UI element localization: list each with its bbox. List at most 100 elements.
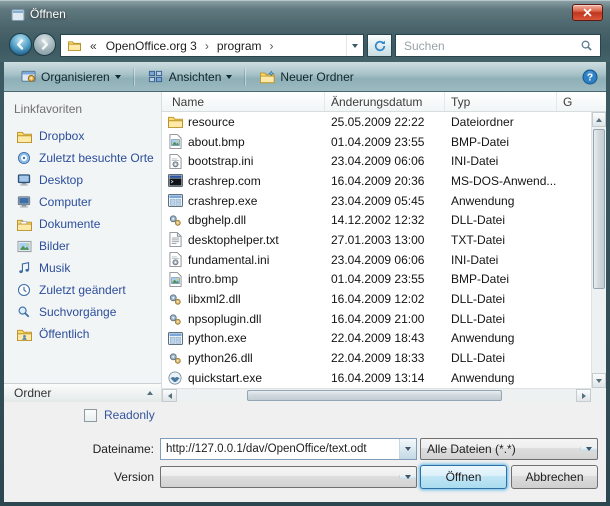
sidebar-item-label: Zuletzt geändert [39,283,126,297]
scroll-right-button[interactable] [576,389,591,402]
file-name-cell: libxml2.dll [162,291,325,307]
table-row[interactable]: libxml2.dll16.04.2009 12:02DLL-Datei [162,289,591,309]
sidebar-item-musik[interactable]: Musik [4,257,161,279]
file-type: DLL-Datei [445,292,557,306]
triangle-right-icon [582,393,586,399]
file-type: INI-Datei [445,253,557,267]
window-frame-bottom [0,502,610,506]
file-name-cell: dbghelp.dll [162,212,325,228]
folder-icon [167,114,183,130]
sidebar-item-label: Dropbox [39,129,84,143]
sidebar-item-dokumente[interactable]: Dokumente [4,213,161,235]
vertical-scroll-thumb[interactable] [593,129,605,289]
close-button[interactable] [572,4,603,21]
breadcrumb-segment[interactable]: OpenOffice.org 3 [101,39,202,53]
breadcrumb-history-button[interactable] [346,35,363,56]
chevron-up-icon [147,391,153,395]
desktop-icon [16,172,32,188]
sidebar-item-öffentlich[interactable]: Öffentlich [4,323,161,345]
version-select[interactable] [160,466,417,488]
file-name: python26.dll [188,351,253,365]
table-row[interactable]: python.exe22.04.2009 18:43Anwendung [162,329,591,349]
readonly-checkbox[interactable] [84,409,97,422]
table-row[interactable]: python26.dll22.04.2009 18:33DLL-Datei [162,348,591,368]
help-button[interactable]: ? [582,69,598,85]
filetype-select[interactable]: Alle Dateien (*.*) [420,438,598,460]
file-name: dbghelp.dll [188,213,246,227]
vertical-scrollbar[interactable] [591,112,606,388]
horizontal-scrollbar[interactable] [162,388,591,402]
forward-button[interactable] [33,33,56,56]
table-row[interactable]: about.bmp01.04.2009 23:55BMP-Datei [162,132,591,152]
sidebar-item-label: Desktop [39,173,83,187]
sidebar-item-desktop[interactable]: Desktop [4,169,161,191]
cancel-button-label: Abbrechen [525,470,583,484]
sidebar-item-zuletzt-besuchte-orte[interactable]: Zuletzt besuchte Orte [4,147,161,169]
favorites-header: Linkfavoriten [4,98,161,125]
scroll-up-button[interactable] [592,112,606,127]
organize-button[interactable]: Organisieren [12,65,129,89]
table-row[interactable]: quickstart.exe16.04.2009 13:14Anwendung [162,368,591,388]
column-header-date[interactable]: Änderungsdatum [325,92,445,111]
cancel-button[interactable]: Abbrechen [511,465,598,489]
sidebar-item-dropbox[interactable]: Dropbox [4,125,161,147]
dos-app-icon [167,173,183,189]
breadcrumb-overflow[interactable]: « [86,39,101,53]
table-row[interactable]: dbghelp.dll14.12.2002 12:32DLL-Datei [162,210,591,230]
table-row[interactable]: resource25.05.2009 22:22Dateiordner [162,112,591,132]
column-header-type[interactable]: Typ [445,92,557,111]
column-header-size[interactable]: G [557,92,606,111]
table-row[interactable]: crashrep.com16.04.2009 20:36MS-DOS-Anwen… [162,171,591,191]
pictures-icon [16,238,32,254]
horizontal-scroll-thumb[interactable] [247,390,502,401]
title-bar[interactable]: Öffnen [0,0,610,28]
filename-input[interactable] [161,439,399,459]
file-name: about.bmp [188,135,245,149]
toolbar-separator [245,68,246,86]
file-name-cell: python.exe [162,330,325,346]
refresh-button[interactable] [367,34,392,57]
sidebar-item-zuletzt-geändert[interactable]: Zuletzt geändert [4,279,161,301]
folder-icon [16,128,32,144]
breadcrumb-separator[interactable]: › [267,39,277,53]
sidebar-item-computer[interactable]: Computer [4,191,161,213]
views-button[interactable]: Ansichten [140,65,241,89]
file-name: bootstrap.ini [188,154,253,168]
table-row[interactable]: bootstrap.ini23.04.2009 06:06INI-Datei [162,151,591,171]
dialog-icon [10,7,26,23]
scroll-left-button[interactable] [162,389,177,402]
folders-band[interactable]: Ordner [4,383,161,402]
table-row[interactable]: npsoplugin.dll16.04.2009 21:00DLL-Datei [162,309,591,329]
image-file-icon [167,134,183,150]
sidebar-item-label: Computer [39,195,92,209]
sidebar-item-label: Öffentlich [39,327,89,341]
table-row[interactable]: desktophelper.txt27.01.2003 13:00TXT-Dat… [162,230,591,250]
back-button[interactable] [9,33,32,56]
svg-text:?: ? [587,72,593,83]
scroll-down-button[interactable] [592,373,606,388]
new-folder-icon [259,69,275,85]
sidebar-item-suchvorgänge[interactable]: Suchvorgänge [4,301,161,323]
version-dropdown-button [399,475,416,479]
table-row[interactable]: intro.bmp01.04.2009 23:55BMP-Datei [162,270,591,290]
file-name-cell: bootstrap.ini [162,153,325,169]
sidebar-item-label: Musik [39,261,70,275]
file-type: Dateiordner [445,115,557,129]
file-date: 22.04.2009 18:43 [325,331,445,345]
file-date: 16.04.2009 20:36 [325,174,445,188]
search-input[interactable] [404,39,578,53]
chevron-down-icon [115,75,121,79]
readonly-label: Readonly [104,408,155,422]
filename-dropdown-button[interactable] [399,439,416,459]
breadcrumb-segment[interactable]: program [212,39,267,53]
breadcrumb-separator[interactable]: › [202,39,212,53]
table-row[interactable]: fundamental.ini23.04.2009 06:06INI-Datei [162,250,591,270]
new-folder-button[interactable]: Neuer Ordner [251,65,361,89]
table-row[interactable]: crashrep.exe23.04.2009 05:45Anwendung [162,191,591,211]
open-button[interactable]: Öffnen [420,465,507,489]
new-folder-label: Neuer Ordner [280,70,353,84]
sidebar-item-bilder[interactable]: Bilder [4,235,161,257]
search-icon[interactable] [578,38,594,54]
breadcrumb[interactable]: « OpenOffice.org 3 › program › [60,34,364,57]
column-header-name[interactable]: Name [162,92,325,111]
